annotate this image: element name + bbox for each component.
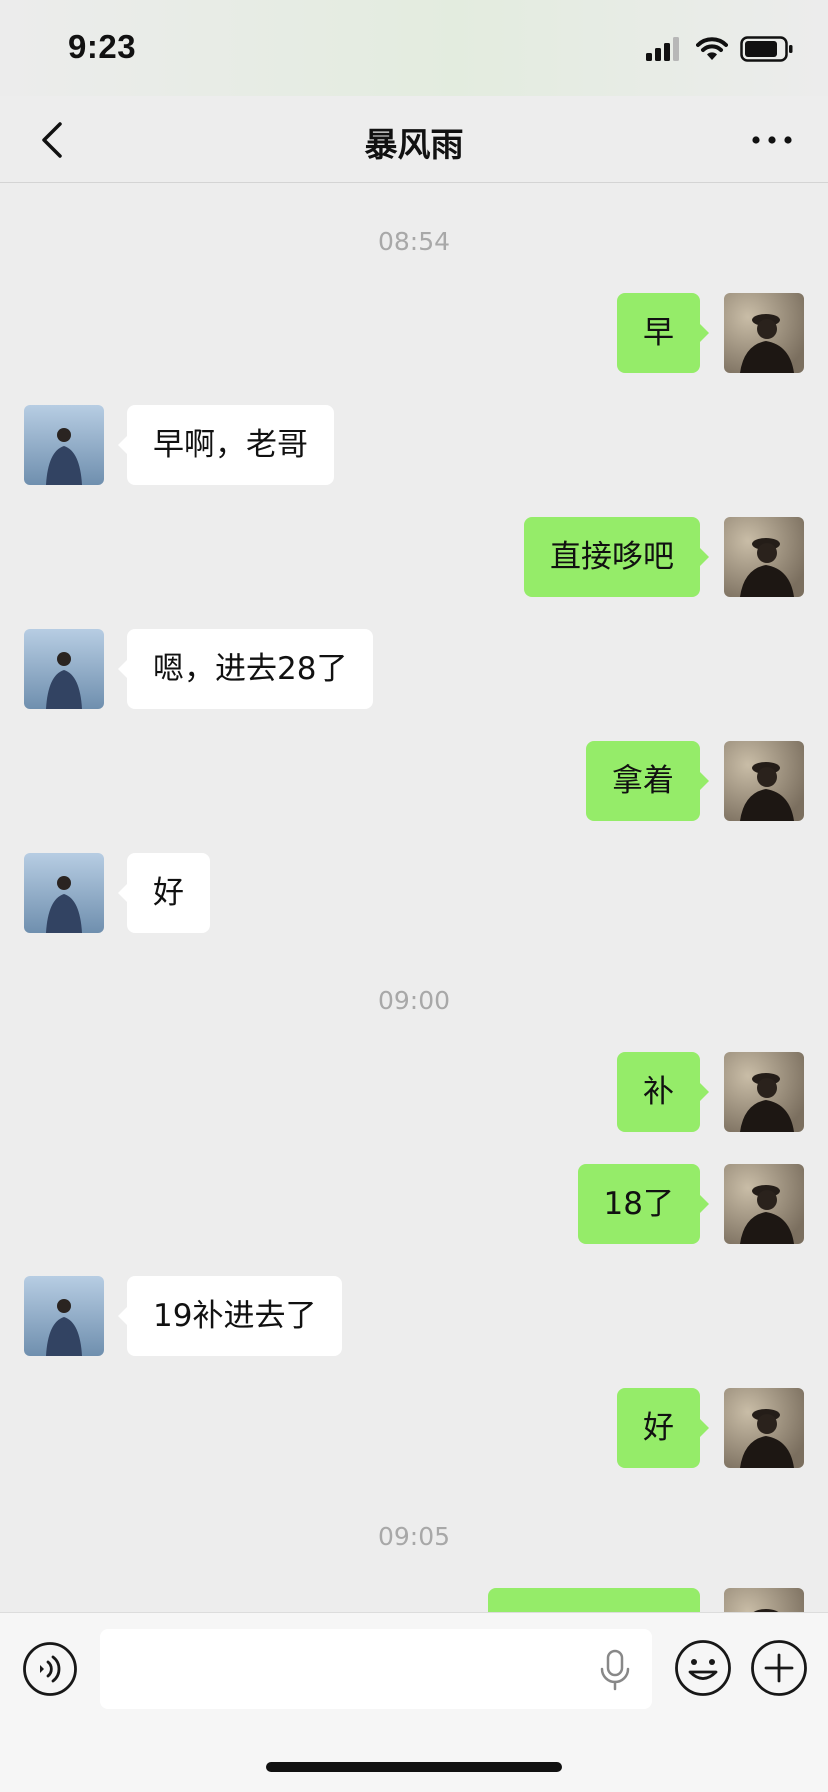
status-time: 9:23 <box>68 28 137 65</box>
wifi-icon <box>696 37 728 60</box>
timestamp: 09:00 <box>377 986 451 1015</box>
chat-screen: 9:23 暴风雨 08:54 早 早啊，老哥 直接哆吧 嗯，进去28了 拿着 好… <box>0 0 828 1792</box>
message-bubble[interactable]: 好 <box>118 853 210 933</box>
my-avatar[interactable] <box>724 1052 804 1132</box>
status-bar: 9:23 <box>0 0 828 96</box>
nav-bar: 暴风雨 <box>0 96 828 183</box>
home-indicator[interactable] <box>266 1762 562 1772</box>
my-avatar[interactable] <box>724 293 804 373</box>
mic-icon[interactable] <box>598 1649 632 1691</box>
plus-icon[interactable] <box>750 1639 808 1697</box>
voice-icon[interactable] <box>22 1641 78 1697</box>
message-bubble[interactable]: 补 <box>617 1052 709 1132</box>
contact-avatar[interactable] <box>24 629 104 709</box>
my-avatar[interactable] <box>724 517 804 597</box>
message-bubble[interactable]: 19补进去了 <box>117 1276 343 1356</box>
status-icons <box>646 36 794 62</box>
timestamp: 09:05 <box>377 1522 451 1551</box>
my-avatar[interactable] <box>724 1388 804 1468</box>
message-bubble[interactable]: 拿着 <box>586 741 709 821</box>
contact-avatar[interactable] <box>24 1276 104 1356</box>
message-input[interactable] <box>100 1629 652 1709</box>
message-bubble[interactable]: 嗯，进去28了 <box>117 629 374 709</box>
message-bubble[interactable]: 早 <box>617 293 709 373</box>
message-bubble[interactable]: 早啊，老哥 <box>118 405 334 485</box>
message-bubble[interactable]: 好 <box>617 1388 709 1468</box>
my-avatar[interactable] <box>724 741 804 821</box>
message-bubble[interactable]: 18了 <box>577 1164 710 1244</box>
chat-title: 暴风雨 <box>364 125 464 164</box>
my-avatar[interactable] <box>724 1164 804 1244</box>
battery-icon <box>740 36 793 62</box>
more-icon[interactable] <box>746 116 798 164</box>
emoji-icon[interactable] <box>674 1639 732 1697</box>
contact-avatar[interactable] <box>24 853 104 933</box>
signal-icon <box>646 37 679 61</box>
timestamp: 08:54 <box>377 227 451 256</box>
contact-avatar[interactable] <box>24 405 104 485</box>
message-bubble[interactable]: 直接哆吧 <box>524 517 709 597</box>
